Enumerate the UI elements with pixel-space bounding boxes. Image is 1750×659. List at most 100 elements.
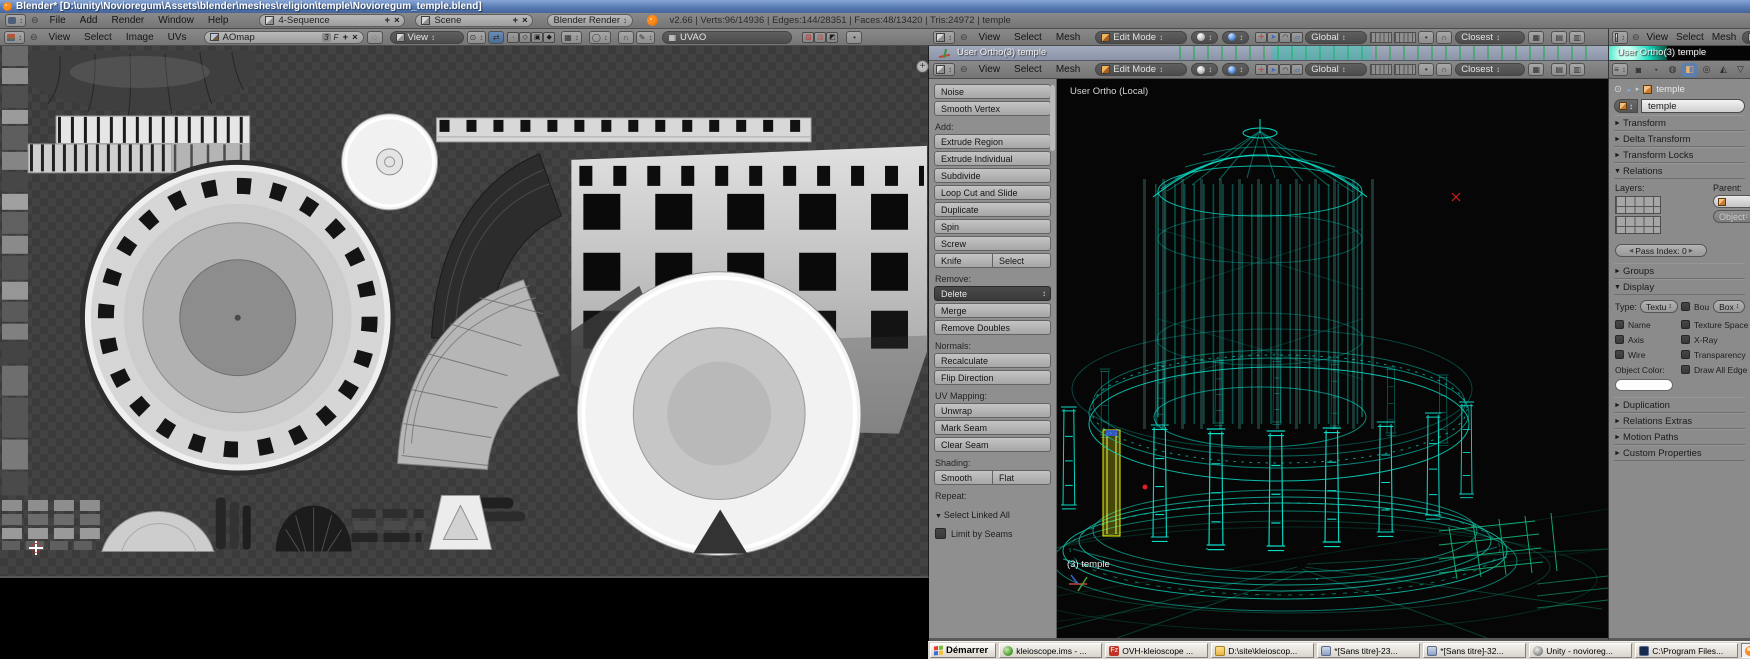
pivot-point-icon[interactable]: ⊙ — [466, 30, 487, 44]
flip-direction-button[interactable]: Flip Direction — [934, 370, 1051, 385]
sticky-selection-icon[interactable]: ▦ — [561, 30, 582, 44]
main-menu-select[interactable]: Select — [1014, 64, 1042, 75]
constraints-tab-icon[interactable]: ◎ — [1699, 63, 1714, 77]
scene-selector[interactable]: Scene — [415, 14, 534, 27]
main-opengl-render-icon[interactable]: ▤ — [1551, 63, 1568, 76]
knife-select-button[interactable]: Select — [993, 253, 1051, 268]
render-engine-dropdown[interactable]: Blender Render — [547, 14, 634, 27]
taskbar-item-console[interactable]: C:\Program Files... — [1635, 643, 1739, 658]
panel-custom-properties[interactable]: Custom Properties — [1614, 445, 1745, 461]
orientation-dropdown[interactable]: Global — [1305, 30, 1368, 44]
panel-display[interactable]: Display — [1614, 279, 1745, 295]
uv-menu-select[interactable]: Select — [84, 32, 112, 43]
viewport-menu-mesh[interactable]: Mesh — [1056, 32, 1080, 43]
duplicate-button[interactable]: Duplicate — [934, 202, 1051, 217]
panel-relations-extras[interactable]: Relations Extras — [1614, 413, 1745, 429]
layers-grid-left[interactable] — [1370, 31, 1393, 43]
object-color-swatch[interactable] — [1615, 379, 1673, 391]
panel-motion-paths[interactable]: Motion Paths — [1614, 429, 1745, 445]
taskbar-item-image-23[interactable]: *[Sans titre]-23... — [1317, 643, 1421, 658]
flat-shading-button[interactable]: Flat — [993, 470, 1051, 485]
add-scene-button[interactable] — [512, 15, 518, 26]
unwrap-button[interactable]: Unwrap — [934, 403, 1051, 418]
menu-help[interactable]: Help — [208, 15, 229, 26]
uv-collapse-menus-icon[interactable] — [30, 32, 38, 43]
taskbar-item-kleioscope[interactable]: kleioscope.ims - ... — [999, 643, 1103, 658]
image-users-count[interactable]: 3 — [322, 32, 331, 42]
taskbar-item-blender[interactable]: Blender* [D:\... — [1741, 643, 1750, 658]
unlink-image-button[interactable] — [352, 32, 358, 43]
taskbar-item-image-32[interactable]: *[Sans titre]-32... — [1423, 643, 1527, 658]
window-title-bar[interactable]: Blender* [D:\unity\Novioregum\Assets\ble… — [0, 0, 1750, 13]
main-snap-magnet-icon[interactable]: ∩ — [1436, 63, 1453, 76]
viewport-collapse-menus-icon[interactable] — [960, 32, 968, 43]
snap-element-icon[interactable]: ▦ — [1528, 30, 1545, 44]
pivot-dropdown[interactable] — [1222, 30, 1250, 44]
loop-cut-button[interactable]: Loop Cut and Slide — [934, 185, 1051, 200]
mode-dropdown[interactable]: Edit Mode — [1095, 30, 1188, 44]
main-viewport[interactable]: User Ortho (Local) (3) temple — [1057, 79, 1608, 638]
main-layers-grid-right[interactable] — [1394, 64, 1417, 75]
main-menu-mesh[interactable]: Mesh — [1056, 64, 1080, 75]
pin-icon[interactable]: ⊙ — [1614, 84, 1622, 95]
sync-selection-icon[interactable]: ⇄ — [488, 30, 505, 44]
image-datablock-selector[interactable]: AOmap 3 F — [203, 30, 364, 44]
start-button[interactable]: Démarrer — [930, 643, 997, 658]
xray-toggle[interactable]: X-Ray — [1681, 332, 1744, 347]
area-expand-button[interactable]: + — [916, 60, 929, 73]
name-toggle[interactable]: Name — [1615, 317, 1677, 332]
shading-dropdown[interactable] — [1191, 30, 1219, 44]
merge-button[interactable]: Merge — [934, 303, 1051, 318]
viewport-editor-type-button[interactable] — [933, 30, 955, 44]
render-tab-icon[interactable]: ◙ — [1631, 63, 1646, 77]
knife-button[interactable]: Knife — [934, 253, 993, 268]
proportional-edit-icon[interactable]: ◯ — [588, 30, 611, 44]
editor-type-button[interactable] — [5, 14, 26, 27]
small-collapse-menus-icon[interactable] — [1632, 32, 1640, 43]
parent-type-dropdown[interactable]: Object ↕ — [1713, 210, 1750, 223]
small-menu-select[interactable]: Select — [1676, 32, 1704, 43]
main-shading-dropdown[interactable] — [1191, 63, 1219, 76]
object-tab-icon[interactable]: ◧ — [1682, 62, 1697, 77]
layers-buttons-right[interactable] — [1615, 216, 1661, 234]
small-viewport[interactable]: User Ortho(3) temple — [1609, 46, 1750, 61]
main-snap-target-dropdown[interactable]: Closest — [1455, 63, 1526, 76]
properties-editor-type-button[interactable]: ≡ — [1612, 63, 1628, 76]
snap-magnet-icon[interactable]: ∩ — [1436, 30, 1453, 44]
panel-duplication[interactable]: Duplication — [1614, 397, 1745, 413]
modifiers-tab-icon[interactable]: ◭ — [1716, 63, 1731, 77]
screen-layout-selector[interactable]: 4-Sequence — [259, 14, 406, 27]
noise-button[interactable]: Noise — [934, 84, 1051, 99]
select-linked-panel-header[interactable]: Select Linked All — [935, 510, 1050, 520]
collapsed-viewport[interactable]: User Ortho(3) temple — [929, 46, 1608, 61]
uv-pencil-icon[interactable]: ✎ — [635, 30, 656, 44]
add-layout-button[interactable] — [384, 15, 390, 26]
uv-menu-image[interactable]: Image — [126, 32, 154, 43]
close-layout-button[interactable] — [394, 15, 400, 26]
subdivide-button[interactable]: Subdivide — [934, 168, 1051, 183]
recalculate-button[interactable]: Recalculate — [934, 353, 1051, 368]
small-menu-mesh[interactable]: Mesh — [1712, 32, 1736, 43]
draw-all-edges-toggle[interactable]: Draw All Edge — [1681, 362, 1747, 377]
snap-icon[interactable]: ∩ — [617, 30, 634, 44]
menu-render[interactable]: Render — [111, 15, 144, 26]
smooth-shading-button[interactable]: Smooth — [934, 470, 993, 485]
pin-image-icon[interactable]: ◌ — [366, 30, 383, 44]
pass-index-stepper[interactable]: ◂ Pass Index: 0 ▸ — [1615, 244, 1707, 257]
fake-user-button[interactable]: F — [334, 33, 339, 42]
limit-by-seams-checkbox[interactable] — [935, 528, 946, 539]
panel-groups[interactable]: Groups — [1614, 263, 1745, 279]
draw-type-dropdown[interactable]: Textu ↕ — [1640, 300, 1678, 313]
main-opengl-render-anim-icon[interactable]: ▥ — [1569, 63, 1586, 76]
main-collapse-menus-icon[interactable] — [960, 64, 968, 75]
shelf-scrollbar[interactable] — [1050, 85, 1055, 151]
snap-target-dropdown[interactable]: Closest — [1455, 30, 1526, 44]
layers-buttons-left[interactable] — [1615, 196, 1661, 214]
scene-lock-icon[interactable]: • — [1418, 30, 1435, 44]
wire-toggle[interactable]: Wire — [1615, 347, 1677, 362]
main-menu-view[interactable]: View — [979, 64, 1001, 75]
menu-add[interactable]: Add — [80, 15, 98, 26]
limit-by-seams-row[interactable]: Limit by Seams — [935, 528, 1050, 539]
uv-select-mode-buttons[interactable]: ∙ ◇ ▣ ◆ — [507, 31, 556, 43]
object-name-field[interactable]: temple — [1641, 99, 1745, 113]
